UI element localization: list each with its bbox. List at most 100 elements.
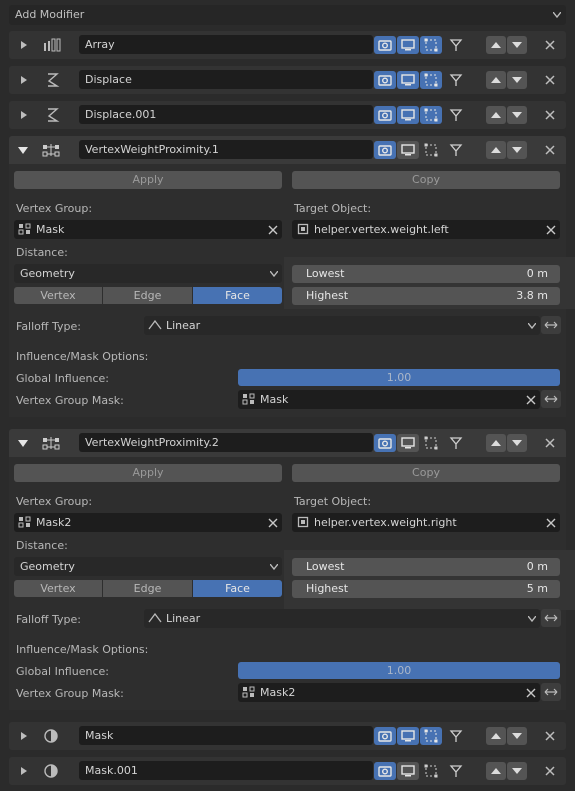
editmode-toggle[interactable] — [374, 71, 396, 89]
clear-x-icon[interactable] — [546, 225, 556, 235]
move-up-button[interactable] — [486, 727, 506, 745]
editmode-toggle[interactable] — [374, 727, 396, 745]
move-down-button[interactable] — [507, 727, 527, 745]
clear-x-icon[interactable] — [526, 395, 536, 405]
mode-face-button[interactable]: Face — [193, 580, 282, 597]
cage-toggle[interactable] — [420, 71, 442, 89]
add-modifier-dropdown[interactable]: Add Modifier — [9, 5, 566, 25]
collapse-arrow-icon[interactable] — [18, 440, 28, 447]
viewport-toggle[interactable] — [397, 106, 419, 124]
collapse-arrow-icon[interactable] — [18, 147, 28, 154]
modifier-panel-mask-001[interactable]: Mask.001 — [9, 757, 566, 785]
clear-x-icon[interactable] — [526, 688, 536, 698]
clear-x-icon[interactable] — [268, 225, 278, 235]
falloff-type-dropdown[interactable]: Linear — [144, 316, 540, 335]
vertex-group-mask-field[interactable]: Mask2 — [238, 683, 540, 702]
mode-edge-button[interactable]: Edge — [103, 580, 192, 597]
apply-button[interactable]: Apply — [14, 464, 282, 482]
mode-vertex-button[interactable]: Vertex — [14, 287, 102, 304]
on-cage-toggle[interactable] — [445, 36, 467, 54]
on-cage-toggle[interactable] — [445, 434, 467, 452]
apply-button[interactable]: Apply — [14, 171, 282, 189]
cage-toggle[interactable] — [420, 434, 442, 452]
cage-toggle[interactable] — [420, 762, 442, 780]
invert-mask-button[interactable] — [541, 390, 561, 408]
on-cage-toggle[interactable] — [445, 106, 467, 124]
mode-face-button[interactable]: Face — [193, 287, 282, 304]
close-icon[interactable] — [544, 144, 556, 156]
move-down-button[interactable] — [507, 762, 527, 780]
distance-dropdown[interactable]: Geometry — [14, 557, 282, 576]
move-down-button[interactable] — [507, 36, 527, 54]
modifier-panel-displace-001[interactable]: Displace.001 — [9, 101, 566, 129]
target-object-field[interactable]: helper.vertex.weight.right — [292, 513, 560, 532]
global-influence-slider[interactable]: 1.00 — [238, 662, 560, 679]
invert-falloff-button[interactable] — [541, 316, 561, 334]
lowest-field[interactable]: Lowest 0 m — [292, 558, 560, 576]
move-down-button[interactable] — [507, 71, 527, 89]
cage-toggle[interactable] — [420, 141, 442, 159]
viewport-toggle[interactable] — [397, 727, 419, 745]
editmode-toggle[interactable] — [374, 434, 396, 452]
copy-button[interactable]: Copy — [292, 464, 560, 482]
expand-arrow-icon[interactable] — [21, 41, 27, 49]
clear-x-icon[interactable] — [268, 518, 278, 528]
expand-arrow-icon[interactable] — [21, 767, 27, 775]
close-icon[interactable] — [544, 437, 556, 449]
close-icon[interactable] — [544, 730, 556, 742]
cage-toggle[interactable] — [420, 106, 442, 124]
on-cage-toggle[interactable] — [445, 141, 467, 159]
modifier-panel-array[interactable]: Array — [9, 31, 566, 59]
move-up-button[interactable] — [486, 106, 506, 124]
modifier-name-field[interactable]: Mask — [79, 726, 373, 745]
vertex-group-mask-field[interactable]: Mask — [238, 390, 540, 409]
move-down-button[interactable] — [507, 106, 527, 124]
copy-button[interactable]: Copy — [292, 171, 560, 189]
viewport-toggle[interactable] — [397, 141, 419, 159]
close-icon[interactable] — [544, 74, 556, 86]
modifier-panel-displace[interactable]: Displace — [9, 66, 566, 94]
move-down-button[interactable] — [507, 141, 527, 159]
cage-toggle[interactable] — [420, 727, 442, 745]
cage-toggle[interactable] — [420, 36, 442, 54]
modifier-name-field[interactable]: Mask.001 — [79, 761, 373, 780]
expand-arrow-icon[interactable] — [21, 76, 27, 84]
on-cage-toggle[interactable] — [445, 71, 467, 89]
modifier-name-field[interactable]: VertexWeightProximity.1 — [79, 140, 373, 159]
editmode-toggle[interactable] — [374, 141, 396, 159]
viewport-toggle[interactable] — [397, 762, 419, 780]
modifier-name-field[interactable]: VertexWeightProximity.2 — [79, 433, 373, 452]
lowest-field[interactable]: Lowest 0 m — [292, 265, 560, 283]
modifier-panel-vwp2[interactable]: VertexWeightProximity.2 — [9, 429, 566, 457]
modifier-name-field[interactable]: Displace — [79, 70, 373, 89]
move-up-button[interactable] — [486, 36, 506, 54]
move-up-button[interactable] — [486, 141, 506, 159]
move-down-button[interactable] — [507, 434, 527, 452]
mode-edge-button[interactable]: Edge — [103, 287, 192, 304]
move-up-button[interactable] — [486, 434, 506, 452]
move-up-button[interactable] — [486, 71, 506, 89]
modifier-panel-vwp1[interactable]: VertexWeightProximity.1 — [9, 136, 566, 164]
viewport-toggle[interactable] — [397, 36, 419, 54]
expand-arrow-icon[interactable] — [21, 732, 27, 740]
on-cage-toggle[interactable] — [445, 762, 467, 780]
distance-dropdown[interactable]: Geometry — [14, 264, 282, 283]
clear-x-icon[interactable] — [546, 518, 556, 528]
highest-field[interactable]: Highest 3.8 m — [292, 287, 560, 305]
falloff-type-dropdown[interactable]: Linear — [144, 609, 540, 628]
global-influence-slider[interactable]: 1.00 — [238, 369, 560, 386]
vertex-group-field[interactable]: Mask — [14, 220, 282, 239]
mode-vertex-button[interactable]: Vertex — [14, 580, 102, 597]
editmode-toggle[interactable] — [374, 36, 396, 54]
modifier-name-field[interactable]: Displace.001 — [79, 105, 373, 124]
invert-falloff-button[interactable] — [541, 609, 561, 627]
highest-field[interactable]: Highest 5 m — [292, 580, 560, 598]
close-icon[interactable] — [544, 765, 556, 777]
modifier-panel-mask[interactable]: Mask — [9, 722, 566, 750]
invert-mask-button[interactable] — [541, 683, 561, 701]
editmode-toggle[interactable] — [374, 106, 396, 124]
vertex-group-field[interactable]: Mask2 — [14, 513, 282, 532]
target-object-field[interactable]: helper.vertex.weight.left — [292, 220, 560, 239]
viewport-toggle[interactable] — [397, 434, 419, 452]
on-cage-toggle[interactable] — [445, 727, 467, 745]
